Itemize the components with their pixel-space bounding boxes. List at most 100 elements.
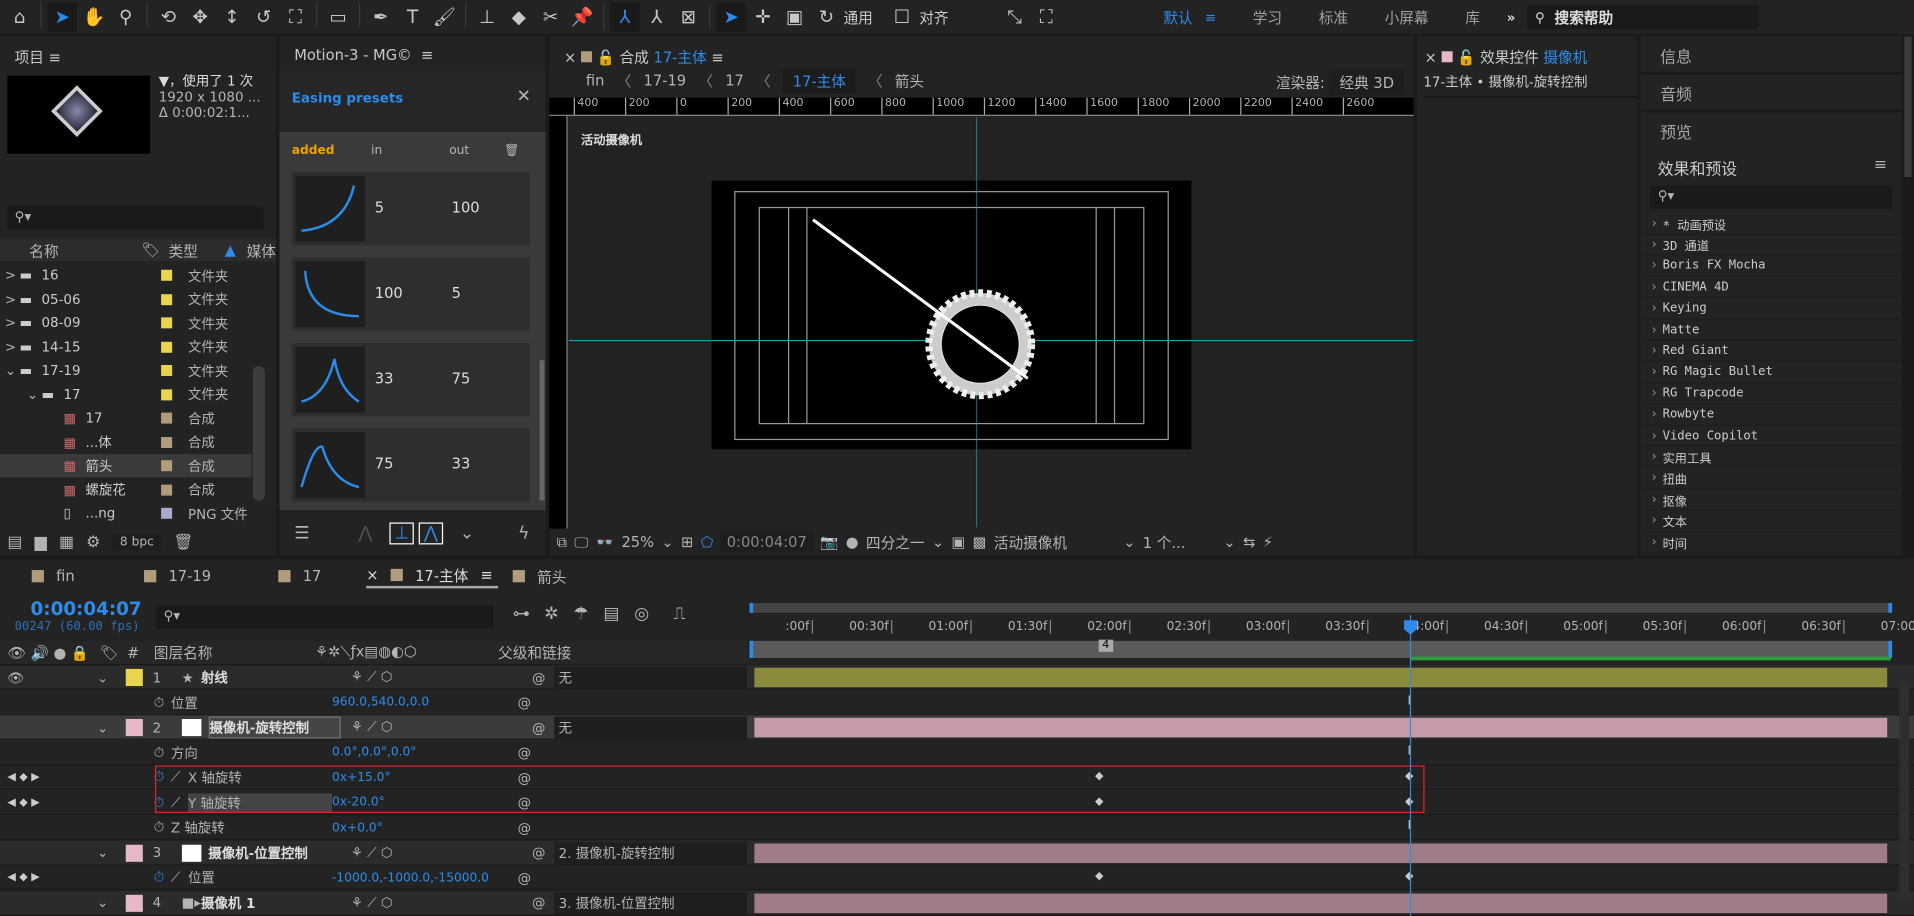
panel-menu-icon[interactable]: ≡ — [421, 46, 433, 63]
effects-category[interactable]: › Boris FX Mocha — [1640, 256, 1902, 277]
project-item[interactable]: > ▬ 16 文件夹 — [0, 264, 251, 287]
new-comp-icon[interactable]: ▦ — [59, 533, 74, 551]
timeline-tab[interactable]: 17-19 — [144, 564, 211, 588]
pan-icon[interactable]: ✥ — [186, 2, 215, 31]
property-value[interactable]: 0.0°,0.0°,0.0° — [332, 746, 518, 759]
render-icon[interactable]: ⚙ — [86, 533, 100, 551]
camera-view-select[interactable]: 活动摄像机 — [994, 532, 1116, 553]
column-layer-name[interactable]: 图层名称 — [154, 642, 315, 663]
pan-behind-icon[interactable]: ⛶ — [281, 2, 310, 31]
work-area-bar[interactable] — [749, 640, 1893, 658]
effects-category[interactable]: › RG Magic Bullet — [1640, 362, 1902, 384]
zoom-select[interactable]: 25% — [621, 533, 654, 550]
effects-category[interactable]: › Rowbyte — [1640, 405, 1902, 426]
reset-exposure-icon[interactable]: ⇆ — [1243, 533, 1255, 550]
interpret-footage-icon[interactable]: ▤ — [7, 533, 22, 551]
channel-icon[interactable]: ● — [846, 533, 859, 550]
label-color[interactable] — [125, 718, 143, 737]
project-item[interactable]: ▦ 螺旋花 合成 — [0, 478, 251, 501]
comp-flowchart-icon[interactable]: ⊶ — [513, 604, 530, 624]
layer-duration-bar[interactable] — [754, 667, 1888, 688]
roto-brush-icon[interactable]: ✂ — [536, 2, 565, 31]
label-column-icon[interactable]: 🏷 — [142, 242, 169, 259]
keyframe-nav[interactable]: ◀ ◆ ▶ — [7, 872, 153, 884]
panel-2[interactable]: 预览 — [1640, 112, 1902, 148]
project-search-input[interactable]: ⚲▾ — [7, 206, 264, 230]
trash-icon[interactable]: 🗑 — [504, 144, 520, 157]
property-row[interactable]: ⏱方向0.0°,0.0°,0.0°@I — [0, 740, 1914, 765]
label-color[interactable] — [161, 293, 173, 305]
clone-stamp-icon[interactable]: ⊥ — [472, 2, 501, 31]
property-value[interactable]: 960.0,540.0,0.0 — [332, 696, 518, 709]
layer-switches[interactable]: ⚘ ⟋ ⬡ — [351, 894, 532, 911]
project-item[interactable]: ⌄ ▬ 17 文件夹 — [0, 383, 251, 406]
view-layout-select[interactable]: 1 个... — [1143, 532, 1216, 553]
easing-preset-card[interactable]: 5 100 — [291, 172, 530, 246]
close-tab-icon[interactable]: × — [564, 49, 576, 66]
panel-menu-icon[interactable]: ≡ — [49, 49, 61, 66]
stopwatch-icon[interactable]: ⏱ — [154, 819, 171, 836]
workspace-tab[interactable]: 标准 — [1319, 7, 1348, 28]
snapshot-icon[interactable]: 📷 — [820, 533, 838, 550]
lock-icon[interactable]: 🔓 — [597, 49, 615, 66]
view-axis-icon[interactable]: ⊠ — [674, 2, 703, 31]
more-workspaces-icon[interactable]: » — [1507, 9, 1516, 25]
rotate-icon[interactable]: ↺ — [249, 2, 278, 31]
project-item[interactable]: ▦ 箭头 合成 — [0, 454, 252, 478]
panel-menu-icon[interactable]: ≡ — [1874, 156, 1887, 174]
expand-chevron[interactable]: ⌄ — [97, 845, 126, 861]
expand-chevron[interactable]: ⌄ — [97, 895, 126, 911]
expand-chevron[interactable]: > — [5, 291, 20, 307]
viewer-timecode[interactable]: 0:00:04:07 — [720, 532, 813, 552]
parent-select[interactable]: 无 — [553, 716, 748, 739]
column-type[interactable]: 类型 — [168, 240, 224, 261]
vr-icon[interactable]: 👓 — [596, 533, 614, 550]
always-preview-icon[interactable]: ⧉ — [557, 533, 567, 551]
label-color[interactable] — [161, 412, 173, 424]
expand-chevron[interactable]: ⌄ — [97, 670, 126, 686]
column-media[interactable]: 媒体 — [247, 240, 276, 261]
monitor-icon[interactable]: 🖵 — [574, 533, 588, 551]
effects-category[interactable]: › Keying — [1640, 299, 1902, 320]
scale-icon[interactable]: ▣ — [780, 2, 809, 31]
search-help-input[interactable]: ⚲ 搜索帮助 — [1527, 4, 1760, 30]
project-item[interactable]: ⌄ ▬ 17-19 文件夹 — [0, 359, 251, 382]
stopwatch-icon[interactable]: ⏱ — [154, 694, 171, 711]
label-color[interactable] — [125, 668, 143, 687]
dolly-icon[interactable]: ↕ — [217, 2, 246, 31]
effects-category[interactable]: › 抠像 — [1640, 490, 1902, 511]
viewer-canvas[interactable]: 活动摄像机 — [568, 117, 1414, 528]
ease-in-icon[interactable]: ⊥ — [389, 522, 415, 545]
menu-icon[interactable]: ☰ — [294, 524, 309, 544]
new-folder-icon[interactable]: ▆ — [35, 533, 47, 551]
project-item[interactable]: > ▬ 05-06 文件夹 — [0, 287, 251, 310]
label-color[interactable] — [161, 341, 173, 353]
project-item[interactable]: ▦ 17 合成 — [0, 406, 251, 429]
fit-icon[interactable]: ⛶ — [1032, 2, 1061, 31]
renderer-select[interactable]: 经典 3D — [1329, 69, 1404, 96]
effects-category[interactable]: › Red Giant — [1640, 341, 1902, 362]
layer-name[interactable]: 摄像机 1 — [201, 893, 341, 913]
panel-0[interactable]: 信息 — [1640, 36, 1902, 73]
playhead[interactable] — [1409, 615, 1412, 916]
orbit-icon[interactable]: ⟲ — [154, 2, 183, 31]
layer-switches[interactable]: ⚘ ⟋ ⬡ — [351, 719, 532, 736]
property-row[interactable]: ◀ ◆ ▶⏱⟋位置-1000.0,-1000.0,-15000.0@◆◆ — [0, 865, 1914, 890]
project-item[interactable]: ▯ ...ng PNG 文件 — [0, 502, 251, 525]
visibility-icon[interactable]: 👁 — [7, 670, 67, 686]
pickwhip-icon[interactable]: @ — [518, 695, 531, 711]
breadcrumb-item[interactable]: 17-19 — [644, 72, 687, 89]
chevron-down-icon[interactable]: ⌄ — [460, 524, 474, 544]
breadcrumb-item[interactable]: 17-主体 — [782, 67, 856, 94]
easing-preset-card[interactable]: 33 75 — [291, 343, 530, 417]
panel-menu-icon[interactable]: ≡ — [711, 49, 723, 66]
panel-menu-icon[interactable]: ≡ — [481, 566, 493, 583]
label-color[interactable] — [161, 460, 173, 472]
rotate-icon[interactable]: ↻ — [812, 2, 841, 31]
keyframe-icon[interactable]: ◆ — [1095, 870, 1103, 882]
motion-scrollbar[interactable] — [539, 360, 545, 501]
column-name[interactable]: 名称 — [29, 240, 141, 261]
label-color[interactable] — [161, 388, 173, 400]
label-color[interactable] — [161, 436, 173, 448]
selection-icon[interactable]: ➤ — [47, 2, 77, 32]
